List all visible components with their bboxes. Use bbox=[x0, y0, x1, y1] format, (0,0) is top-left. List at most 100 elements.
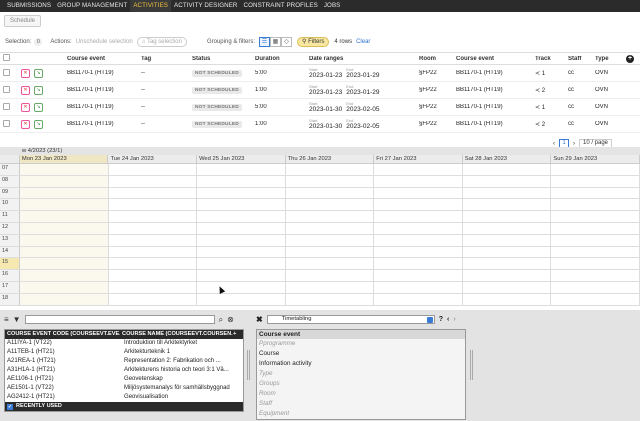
calendar-slot[interactable] bbox=[286, 234, 375, 246]
panel-splitter-right[interactable] bbox=[470, 350, 473, 380]
calendar-slot[interactable] bbox=[463, 270, 552, 281]
table-row[interactable]: ✕ ↘ BB1170-1 (HT19) -- NOT SCHEDULED 1:00… bbox=[0, 116, 640, 133]
course-list-row[interactable]: A21REA-1 (HT21) Representation 2: Fabrika… bbox=[5, 357, 243, 366]
header-tag[interactable]: Tag bbox=[138, 56, 189, 62]
calendar-day-header[interactable]: Thu 26 Jan 2023 bbox=[286, 155, 375, 163]
calendar-day-header[interactable]: Wed 25 Jan 2023 bbox=[197, 155, 286, 163]
filter-icon[interactable]: ▼ bbox=[13, 315, 21, 324]
add-column-button[interactable]: + bbox=[623, 54, 640, 63]
course-list-row[interactable]: AE1106-1 (HT21) Geovetenskap bbox=[5, 375, 243, 384]
calendar-day-header[interactable]: Fri 27 Jan 2023 bbox=[374, 155, 463, 163]
header-date-ranges[interactable]: Date ranges bbox=[306, 56, 416, 62]
calendar-slot[interactable] bbox=[19, 270, 109, 281]
select-all-checkbox[interactable] bbox=[0, 54, 18, 63]
calendar-slot[interactable] bbox=[109, 199, 198, 211]
table-row[interactable]: ✕ ↘ BB1170-1 (HT19) -- NOT SCHEDULED 5:00… bbox=[0, 65, 640, 82]
menu-icon[interactable]: ≡ bbox=[4, 315, 9, 324]
calendar-slot[interactable] bbox=[19, 281, 109, 293]
calendar-slot[interactable] bbox=[374, 246, 463, 258]
course-list-row[interactable]: AG2412-1 (HT21) Geovisualisation bbox=[5, 393, 243, 402]
calendar-slot[interactable] bbox=[197, 175, 286, 187]
header-room[interactable]: Room bbox=[416, 56, 453, 62]
calendar-slot[interactable] bbox=[463, 234, 552, 246]
schedule-icon[interactable]: ↘ bbox=[34, 119, 43, 129]
calendar-slot[interactable] bbox=[551, 258, 640, 270]
calendar-slot[interactable] bbox=[109, 164, 198, 175]
calendar-slot[interactable] bbox=[551, 246, 640, 258]
schedule-icon[interactable]: ↘ bbox=[34, 102, 43, 112]
calendar-slot[interactable] bbox=[286, 293, 375, 305]
nav-item-group-management[interactable]: GROUP MANAGEMENT bbox=[54, 0, 130, 12]
calendar-view-icon[interactable]: ▦ bbox=[270, 36, 281, 47]
table-row[interactable]: ✕ ↘ BB1170-1 (HT19) -- NOT SCHEDULED 5:00… bbox=[0, 99, 640, 116]
course-list-row[interactable]: A11TEB-1 (HT21) Arkitekturteknik 1 bbox=[5, 348, 243, 357]
calendar-slot[interactable] bbox=[551, 293, 640, 305]
calendar-slot[interactable] bbox=[109, 175, 198, 187]
header-duration[interactable]: Duration bbox=[252, 56, 306, 62]
calendar-slot[interactable] bbox=[109, 293, 198, 305]
add-icon[interactable]: + bbox=[233, 330, 243, 339]
nav-item-activities[interactable]: ACTIVITIES bbox=[130, 0, 172, 12]
delete-icon[interactable]: ✕ bbox=[21, 68, 30, 78]
calendar-slot[interactable] bbox=[374, 281, 463, 293]
calendar-grid[interactable]: 07 08 09 10 11 12 13 14 15 16 17 18 bbox=[0, 164, 640, 306]
calendar-slot[interactable] bbox=[286, 164, 375, 175]
header-course-event[interactable]: Course event bbox=[64, 56, 138, 62]
header-course-event-code[interactable]: COURSE EVENT CODE (COURSEEVT.EVE... bbox=[5, 330, 120, 339]
chevron-right-icon[interactable]: › bbox=[453, 316, 455, 323]
calendar-slot[interactable] bbox=[197, 199, 286, 211]
calendar-slot[interactable] bbox=[19, 175, 109, 187]
header-course-event-2[interactable]: Course event bbox=[453, 56, 532, 62]
calendar-slot[interactable] bbox=[551, 199, 640, 211]
calendar-slot[interactable] bbox=[19, 199, 109, 211]
header-status[interactable]: Status bbox=[189, 56, 252, 62]
timetabling-select[interactable]: Timetabling bbox=[266, 315, 435, 324]
calendar-slot[interactable] bbox=[197, 293, 286, 305]
calendar-slot[interactable] bbox=[286, 175, 375, 187]
delete-icon[interactable]: ✕ bbox=[21, 85, 30, 95]
calendar-day-header[interactable]: Sat 28 Jan 2023 bbox=[463, 155, 552, 163]
list-view-icon[interactable]: ☰ bbox=[259, 36, 270, 47]
row-checkbox[interactable] bbox=[0, 85, 18, 95]
filters-button[interactable]: ⚲ Filters bbox=[297, 36, 330, 47]
header-staff[interactable]: Staff bbox=[565, 56, 592, 62]
calendar-slot[interactable] bbox=[19, 211, 109, 222]
calendar-slot[interactable] bbox=[286, 258, 375, 270]
calendar-slot[interactable] bbox=[197, 222, 286, 234]
timetabling-item[interactable]: Type bbox=[257, 369, 465, 379]
prev-page-icon[interactable]: ‹ bbox=[553, 141, 555, 147]
recently-used-toggle[interactable]: ✓ RECENTLY USED bbox=[5, 402, 243, 411]
clear-search-icon[interactable]: ⊗ bbox=[227, 315, 234, 324]
schedule-icon[interactable]: ↘ bbox=[34, 85, 43, 95]
calendar-slot[interactable] bbox=[286, 199, 375, 211]
calendar-slot[interactable] bbox=[19, 246, 109, 258]
calendar-slot[interactable] bbox=[374, 211, 463, 222]
help-icon[interactable]: ? bbox=[439, 316, 443, 323]
panel-splitter[interactable] bbox=[247, 350, 250, 380]
calendar-slot[interactable] bbox=[551, 164, 640, 175]
timetabling-item[interactable]: Staff bbox=[257, 399, 465, 409]
calendar-slot[interactable] bbox=[286, 222, 375, 234]
timetabling-item[interactable]: Course bbox=[257, 349, 465, 359]
calendar-day-header[interactable]: Tue 24 Jan 2023 bbox=[108, 155, 198, 163]
calendar-slot[interactable] bbox=[463, 211, 552, 222]
calendar-slot[interactable] bbox=[109, 246, 198, 258]
calendar-slot[interactable] bbox=[19, 222, 109, 234]
schedule-icon[interactable]: ↘ bbox=[34, 68, 43, 78]
schedule-button[interactable]: Schedule bbox=[4, 15, 42, 27]
calendar-slot[interactable] bbox=[463, 258, 552, 270]
calendar-slot[interactable] bbox=[109, 187, 198, 199]
calendar-slot[interactable] bbox=[19, 164, 109, 175]
table-row[interactable]: ✕ ↘ BB1170-1 (HT19) -- NOT SCHEDULED 1:00… bbox=[0, 82, 640, 99]
calendar-day-header[interactable]: Mon 23 Jan 2023 bbox=[19, 155, 109, 163]
calendar-slot[interactable] bbox=[197, 187, 286, 199]
timetabling-item[interactable]: Information activity bbox=[257, 359, 465, 369]
unschedule-selection-button[interactable]: Unschedule selection bbox=[76, 39, 133, 45]
calendar-slot[interactable] bbox=[197, 234, 286, 246]
nav-item-jobs[interactable]: JOBS bbox=[321, 0, 344, 12]
calendar-slot[interactable] bbox=[109, 234, 198, 246]
calendar-slot[interactable] bbox=[374, 222, 463, 234]
delete-icon[interactable]: ✕ bbox=[21, 102, 30, 112]
tag-selection-button[interactable]: ⌂ Tag selection bbox=[136, 36, 187, 47]
row-checkbox[interactable] bbox=[0, 68, 18, 78]
